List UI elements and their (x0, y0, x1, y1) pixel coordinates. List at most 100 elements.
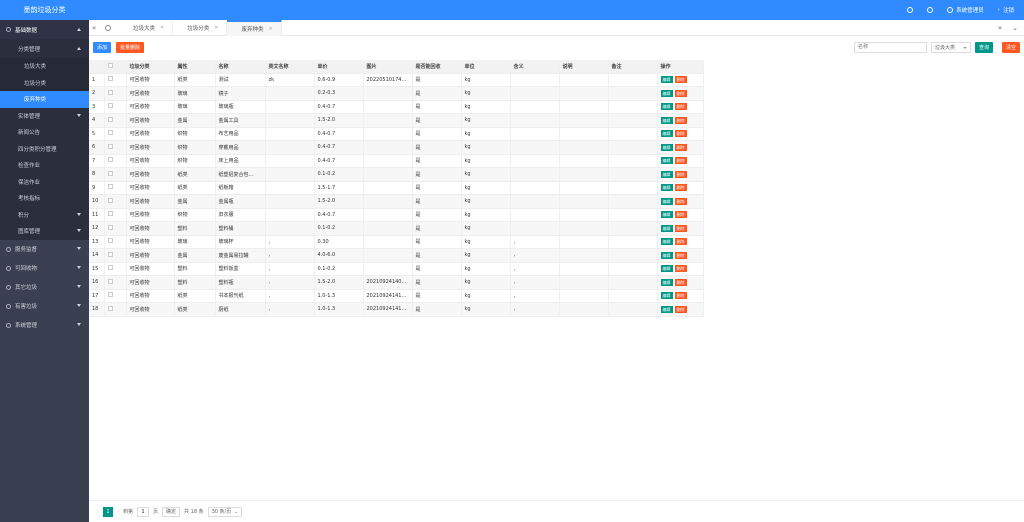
checkbox[interactable] (107, 130, 113, 136)
reset-button[interactable]: 清空 (1001, 41, 1020, 53)
tabs-scroll-left-icon[interactable]: « (89, 24, 99, 32)
edit-button[interactable]: 编辑 (660, 305, 673, 313)
edit-button[interactable]: 编辑 (660, 170, 673, 178)
prev-page-icon[interactable]: ‹ (97, 509, 99, 515)
checkbox[interactable] (107, 89, 113, 95)
delete-button[interactable]: 删除 (674, 211, 687, 219)
row-select[interactable] (104, 235, 127, 249)
delete-button[interactable]: 删除 (674, 305, 687, 313)
checkbox[interactable] (107, 238, 113, 244)
delete-button[interactable]: 删除 (674, 251, 687, 259)
delete-button[interactable]: 删除 (674, 184, 687, 192)
delete-button[interactable]: 删除 (674, 224, 687, 232)
sidebar-group-basic-data[interactable]: 基础数据 (0, 20, 89, 39)
edit-button[interactable]: 编辑 (660, 197, 673, 205)
delete-button[interactable]: 删除 (674, 116, 687, 124)
sidebar-item-score[interactable]: 积分 (0, 207, 89, 224)
row-select[interactable] (104, 221, 127, 236)
delete-button[interactable]: 删除 (674, 265, 687, 273)
checkbox[interactable] (107, 184, 113, 190)
close-icon[interactable]: ✕ (160, 25, 164, 31)
user-menu[interactable]: 系统管理员 (947, 6, 984, 14)
checkbox[interactable] (107, 265, 113, 271)
delete-button[interactable]: 删除 (674, 278, 687, 286)
row-select[interactable] (104, 73, 127, 87)
batch-delete-button[interactable]: 批量删除 (116, 41, 145, 53)
edit-button[interactable]: 编辑 (660, 211, 673, 219)
checkbox[interactable] (107, 103, 113, 109)
row-select[interactable] (104, 194, 127, 209)
edit-button[interactable]: 编辑 (660, 76, 673, 84)
edit-button[interactable]: 编辑 (660, 184, 673, 192)
checkbox[interactable] (107, 278, 113, 284)
edit-button[interactable]: 编辑 (660, 292, 673, 300)
page-size-select[interactable]: 30 条/页 ⌄ (207, 506, 243, 517)
tab-major-category[interactable]: 垃圾大类 ✕ (119, 19, 174, 36)
row-select[interactable] (104, 140, 127, 155)
delete-button[interactable]: 删除 (674, 157, 687, 165)
theme-icon[interactable] (907, 7, 914, 13)
sidebar-item-category-management[interactable]: 分类管理 (0, 39, 89, 58)
row-select[interactable] (104, 262, 127, 276)
tab-classification[interactable]: 垃圾分类 ✕ (173, 19, 228, 36)
chevron-down-icon[interactable]: ⌄ (1012, 24, 1018, 32)
add-button[interactable]: 添加 (93, 41, 112, 53)
sidebar-group-supervision[interactable]: 服务监督 (0, 240, 89, 259)
logout-button[interactable]: › 注销 (998, 6, 1014, 14)
edit-button[interactable]: 编辑 (660, 224, 673, 232)
row-select[interactable] (104, 275, 127, 290)
row-select[interactable] (104, 100, 127, 114)
sidebar-item-news[interactable]: 新闻公告 (0, 124, 89, 141)
header-select-all[interactable] (104, 60, 127, 74)
row-select[interactable] (104, 154, 127, 168)
checkbox[interactable] (107, 197, 113, 203)
row-select[interactable] (104, 167, 127, 182)
refresh-icon[interactable] (927, 7, 934, 13)
row-select[interactable] (104, 127, 127, 141)
row-select[interactable] (104, 181, 127, 195)
sidebar-group-hazardous[interactable]: 有害垃圾 (0, 297, 89, 316)
checkbox[interactable] (107, 305, 113, 311)
sidebar-group-other[interactable]: 其它垃圾 (0, 278, 89, 297)
checkbox[interactable] (107, 224, 113, 230)
checkbox[interactable] (107, 143, 113, 149)
checkbox[interactable] (107, 251, 113, 257)
delete-button[interactable]: 删除 (674, 76, 687, 84)
delete-button[interactable]: 删除 (674, 103, 687, 111)
row-select[interactable] (104, 208, 127, 222)
current-page[interactable]: 1 (103, 506, 113, 517)
delete-button[interactable]: 删除 (674, 130, 687, 138)
delete-button[interactable]: 删除 (674, 197, 687, 205)
sidebar-item-assessment[interactable]: 考核指标 (0, 190, 89, 207)
delete-button[interactable]: 删除 (674, 238, 687, 246)
confirm-button[interactable]: 确定 (162, 506, 181, 517)
sidebar-item-entity[interactable]: 实体管理 (0, 108, 89, 125)
close-icon[interactable]: ✕ (214, 25, 218, 31)
page-input[interactable] (137, 506, 150, 517)
sidebar-group-recyclable[interactable]: 可回收物 (0, 259, 89, 278)
edit-button[interactable]: 编辑 (660, 116, 673, 124)
tabs-scroll-right-icon[interactable]: » (998, 24, 1002, 32)
row-select[interactable] (104, 86, 127, 101)
search-button[interactable]: 查询 (974, 41, 993, 53)
sidebar-item-gallery[interactable]: 图库管理 (0, 223, 89, 240)
checkbox[interactable] (107, 62, 113, 68)
delete-button[interactable]: 删除 (674, 89, 687, 97)
row-select[interactable] (104, 289, 127, 303)
sidebar-item-major-category[interactable]: 垃圾大类 (0, 58, 89, 75)
sidebar-item-points[interactable]: 四分类积分管理 (0, 141, 89, 158)
edit-button[interactable]: 编辑 (660, 265, 673, 273)
edit-button[interactable]: 编辑 (660, 238, 673, 246)
sidebar-item-inspection[interactable]: 检查作业 (0, 157, 89, 174)
edit-button[interactable]: 编辑 (660, 143, 673, 151)
sidebar-item-classification[interactable]: 垃圾分类 (0, 74, 89, 91)
delete-button[interactable]: 删除 (674, 170, 687, 178)
row-select[interactable] (104, 302, 127, 317)
delete-button[interactable]: 删除 (674, 292, 687, 300)
next-page-icon[interactable]: › (117, 509, 119, 515)
edit-button[interactable]: 编辑 (660, 89, 673, 97)
sidebar-item-waste-type[interactable]: 废弃种类 (0, 91, 89, 108)
checkbox[interactable] (107, 116, 113, 122)
checkbox[interactable] (107, 211, 113, 217)
edit-button[interactable]: 编辑 (660, 251, 673, 259)
